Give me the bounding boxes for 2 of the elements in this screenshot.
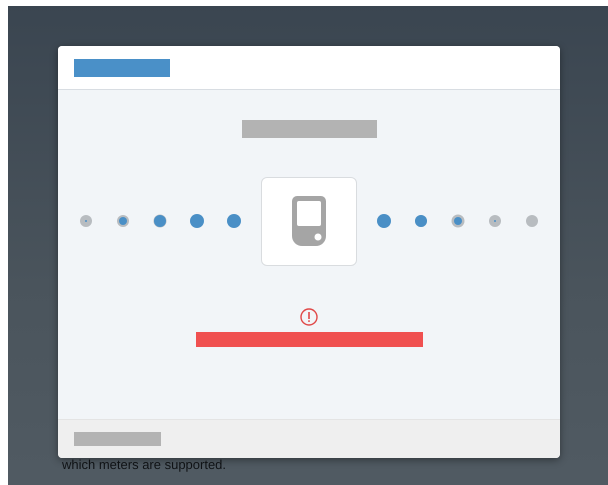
background-text: which meters are supported. [62,457,226,472]
meter-device-icon [292,196,326,246]
